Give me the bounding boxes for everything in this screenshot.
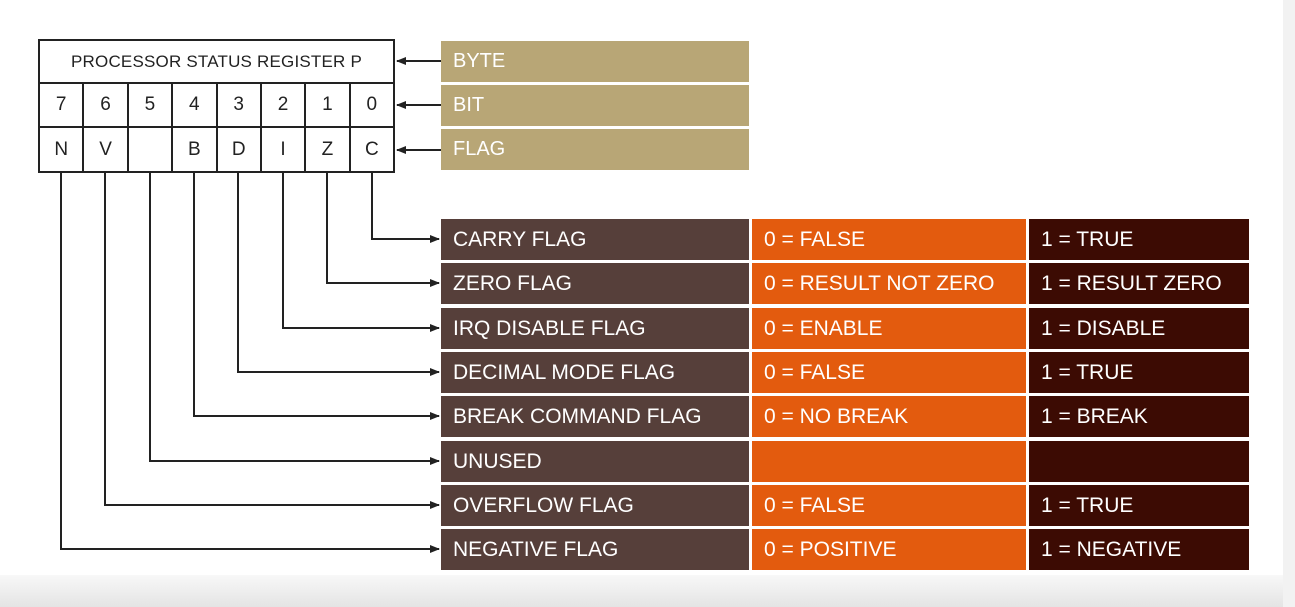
connector-lines xyxy=(60,57,441,553)
flag-connector-arrow xyxy=(104,173,440,509)
flag-connector-arrow xyxy=(326,173,440,287)
flag-connector-arrow xyxy=(193,173,440,420)
flag-connector-arrow xyxy=(60,173,440,553)
flag-connector-arrow xyxy=(282,173,440,332)
flag-connector-arrow xyxy=(371,173,440,243)
flag-connector-arrow xyxy=(237,173,440,376)
